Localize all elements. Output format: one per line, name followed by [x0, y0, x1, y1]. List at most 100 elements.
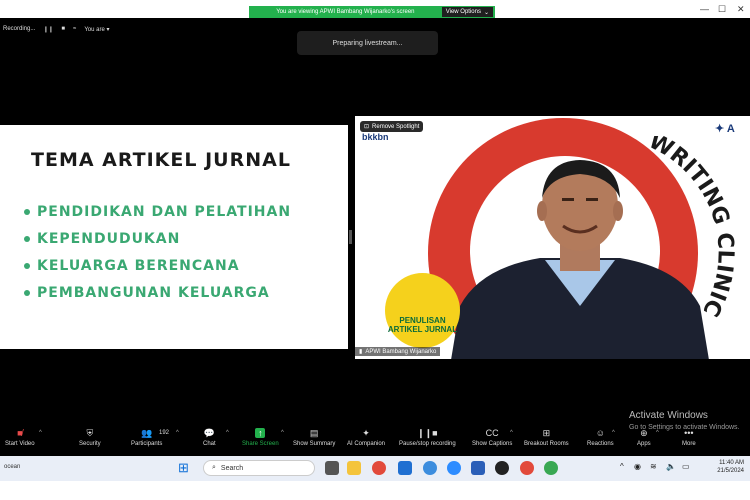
captions-icon: CC — [485, 428, 499, 438]
activate-windows-title: Activate Windows — [629, 410, 708, 421]
participant-name-tag: ▮ APWI Bambang Wijanarko — [355, 347, 441, 356]
breakout-icon: ⊞ — [542, 427, 551, 438]
chevron-up-icon[interactable]: ^ — [612, 430, 615, 436]
svg-text:WRITING CLINIC: WRITING CLINIC — [644, 136, 737, 320]
bkkbn-logo: bkkbn — [362, 132, 389, 142]
reactions-button[interactable]: ☺ Reactions — [587, 428, 614, 447]
clock-date: 21/5/2024 — [717, 468, 744, 474]
shared-slide: TEMA ARTIKEL JURNAL PENDIDIKAN DAN PELAT… — [0, 125, 348, 349]
camera-icon[interactable]: ◉ — [634, 462, 641, 471]
more-icon: ••• — [684, 428, 694, 438]
view-label[interactable]: You are ▾ — [84, 26, 109, 33]
slide-bullet: KELUARGA BERENCANA — [24, 258, 240, 274]
remove-spotlight-button[interactable]: ⊡ Remove Spotlight — [360, 121, 424, 132]
speaker-video-tile: ⊡ Remove Spotlight bkkbn PENULISAN ARTIK… — [355, 116, 750, 359]
toolbar-label: Reactions — [587, 441, 614, 447]
participants-button[interactable]: 👥 Participants — [131, 427, 163, 448]
chrome-icon[interactable] — [544, 461, 558, 475]
file-explorer-icon[interactable] — [347, 461, 361, 475]
security-button[interactable]: ⛨ Security — [79, 427, 101, 448]
chevron-up-icon[interactable]: ^ — [656, 430, 659, 436]
chat-button[interactable]: 💬 Chat — [203, 427, 216, 448]
participant-name: APWI Bambang Wijanarko — [365, 348, 437, 355]
view-options-label: View Options — [445, 9, 481, 15]
ai-companion-button[interactable]: ✦ AI Companion — [347, 428, 385, 448]
clock-time: 11:40 AM — [719, 460, 744, 466]
bullet-text: KELUARGA BERENCANA — [37, 258, 240, 274]
taskbar-search[interactable]: ⌕ Search — [203, 460, 315, 476]
slide-bullet: PEMBANGUNAN KELUARGA — [24, 285, 270, 301]
toolbar-label: Show Captions — [472, 441, 513, 447]
more-button[interactable]: ••• More — [682, 428, 696, 447]
search-icon: ⌕ — [212, 464, 216, 471]
chevron-up-icon[interactable]: ^ — [39, 430, 42, 436]
battery-icon[interactable]: ▭ — [682, 462, 690, 471]
summary-icon: ▤ — [309, 427, 319, 438]
toolbar-label: Breakout Rooms — [524, 441, 569, 447]
show-summary-button[interactable]: ▤ Show Summary — [293, 427, 336, 448]
maximize-icon[interactable]: ☐ — [718, 4, 726, 15]
slide-title: TEMA ARTIKEL JURNAL — [31, 149, 291, 171]
writing-clinic-text: WRITING CLINIC — [644, 136, 737, 320]
chevron-down-icon: ⌄ — [483, 9, 489, 16]
toolbar-label: Apps — [637, 441, 651, 447]
tray-chevron-up-icon[interactable]: ^ — [620, 462, 624, 471]
remove-spotlight-label: Remove Spotlight — [372, 123, 420, 130]
chevron-up-icon[interactable]: ^ — [281, 430, 284, 436]
bullet-text: PEMBANGUNAN KELUARGA — [37, 285, 270, 301]
split-view-handle[interactable] — [349, 230, 352, 244]
shield-icon: ⛨ — [86, 427, 94, 438]
media-player-icon[interactable] — [495, 461, 509, 475]
view-options-button[interactable]: View Options ⌄ — [441, 7, 493, 17]
start-video-button[interactable]: ■̸ Start Video — [5, 428, 35, 447]
viewing-banner: You are viewing APWI Bambang Wijanarko's… — [249, 6, 495, 18]
breakout-rooms-button[interactable]: ⊞ Breakout Rooms — [524, 427, 569, 448]
bullet-dot — [24, 290, 30, 296]
chat-icon: 💬 — [203, 427, 215, 438]
pause-recording-icon[interactable]: ❙❙ — [43, 26, 53, 33]
store-icon[interactable] — [398, 461, 412, 475]
bullet-dot — [24, 263, 30, 269]
reactions-icon: ☺ — [595, 428, 605, 438]
bottom-margin — [0, 481, 750, 500]
system-clock[interactable]: 11:40 AM 21/5/2024 — [717, 459, 744, 475]
toolbar-label: Start Video — [5, 441, 35, 447]
toolbar-label: Show Summary — [293, 441, 336, 447]
signal-strength-icon: ▮ — [359, 349, 363, 355]
close-icon[interactable]: ✕ — [737, 4, 745, 15]
toolbar-label: Participants — [131, 441, 163, 447]
chrome-icon[interactable] — [520, 461, 534, 475]
toolbar-label: Share Screen — [242, 441, 279, 447]
org-emblem-icon: ✦ A — [715, 123, 735, 135]
minimize-icon[interactable]: — — [700, 4, 709, 14]
word-icon[interactable] — [471, 461, 485, 475]
slide-bullet: KEPENDUDUKAN — [24, 231, 180, 247]
search-placeholder: Search — [220, 464, 244, 472]
bullet-dot — [24, 209, 30, 215]
show-captions-button[interactable]: CC Show Captions — [472, 428, 512, 447]
slide-bullet: PENDIDIKAN DAN PELATIHAN — [24, 204, 291, 220]
stop-recording-icon[interactable]: ■ — [61, 26, 65, 32]
recording-bar: Recording... ❙❙ ■ ≈ You are ▾ — [0, 22, 110, 36]
chevron-up-icon[interactable]: ^ — [510, 430, 513, 436]
share-screen-button[interactable]: ↑ Share Screen — [242, 428, 279, 447]
windows-start-icon[interactable]: ⊞ — [178, 460, 189, 476]
browser-icon[interactable] — [423, 461, 437, 475]
task-view-icon[interactable] — [325, 461, 339, 475]
toolbar-label: Pause/stop recording — [399, 441, 456, 447]
livestream-status-text: Preparing livestream... — [332, 39, 403, 47]
viewing-banner-text: You are viewing APWI Bambang Wijanarko's… — [276, 9, 415, 15]
participant-count: 192 — [159, 430, 170, 436]
zoom-icon[interactable] — [447, 461, 461, 475]
chevron-up-icon[interactable]: ^ — [226, 430, 229, 436]
chrome-icon[interactable] — [372, 461, 386, 475]
apps-button[interactable]: ⊕ Apps — [637, 428, 651, 448]
participants-icon: 👥 — [141, 427, 153, 438]
volume-icon[interactable]: 🔈 — [666, 462, 676, 471]
wifi-icon[interactable]: ≋ — [650, 462, 657, 471]
pause-stop-recording-button[interactable]: ❙❙■ Pause/stop recording — [399, 428, 456, 448]
chevron-up-icon[interactable]: ^ — [176, 430, 179, 436]
bullet-dot — [24, 236, 30, 242]
bullet-text: KEPENDUDUKAN — [37, 231, 181, 247]
spotlight-icon: ⊡ — [364, 124, 370, 130]
